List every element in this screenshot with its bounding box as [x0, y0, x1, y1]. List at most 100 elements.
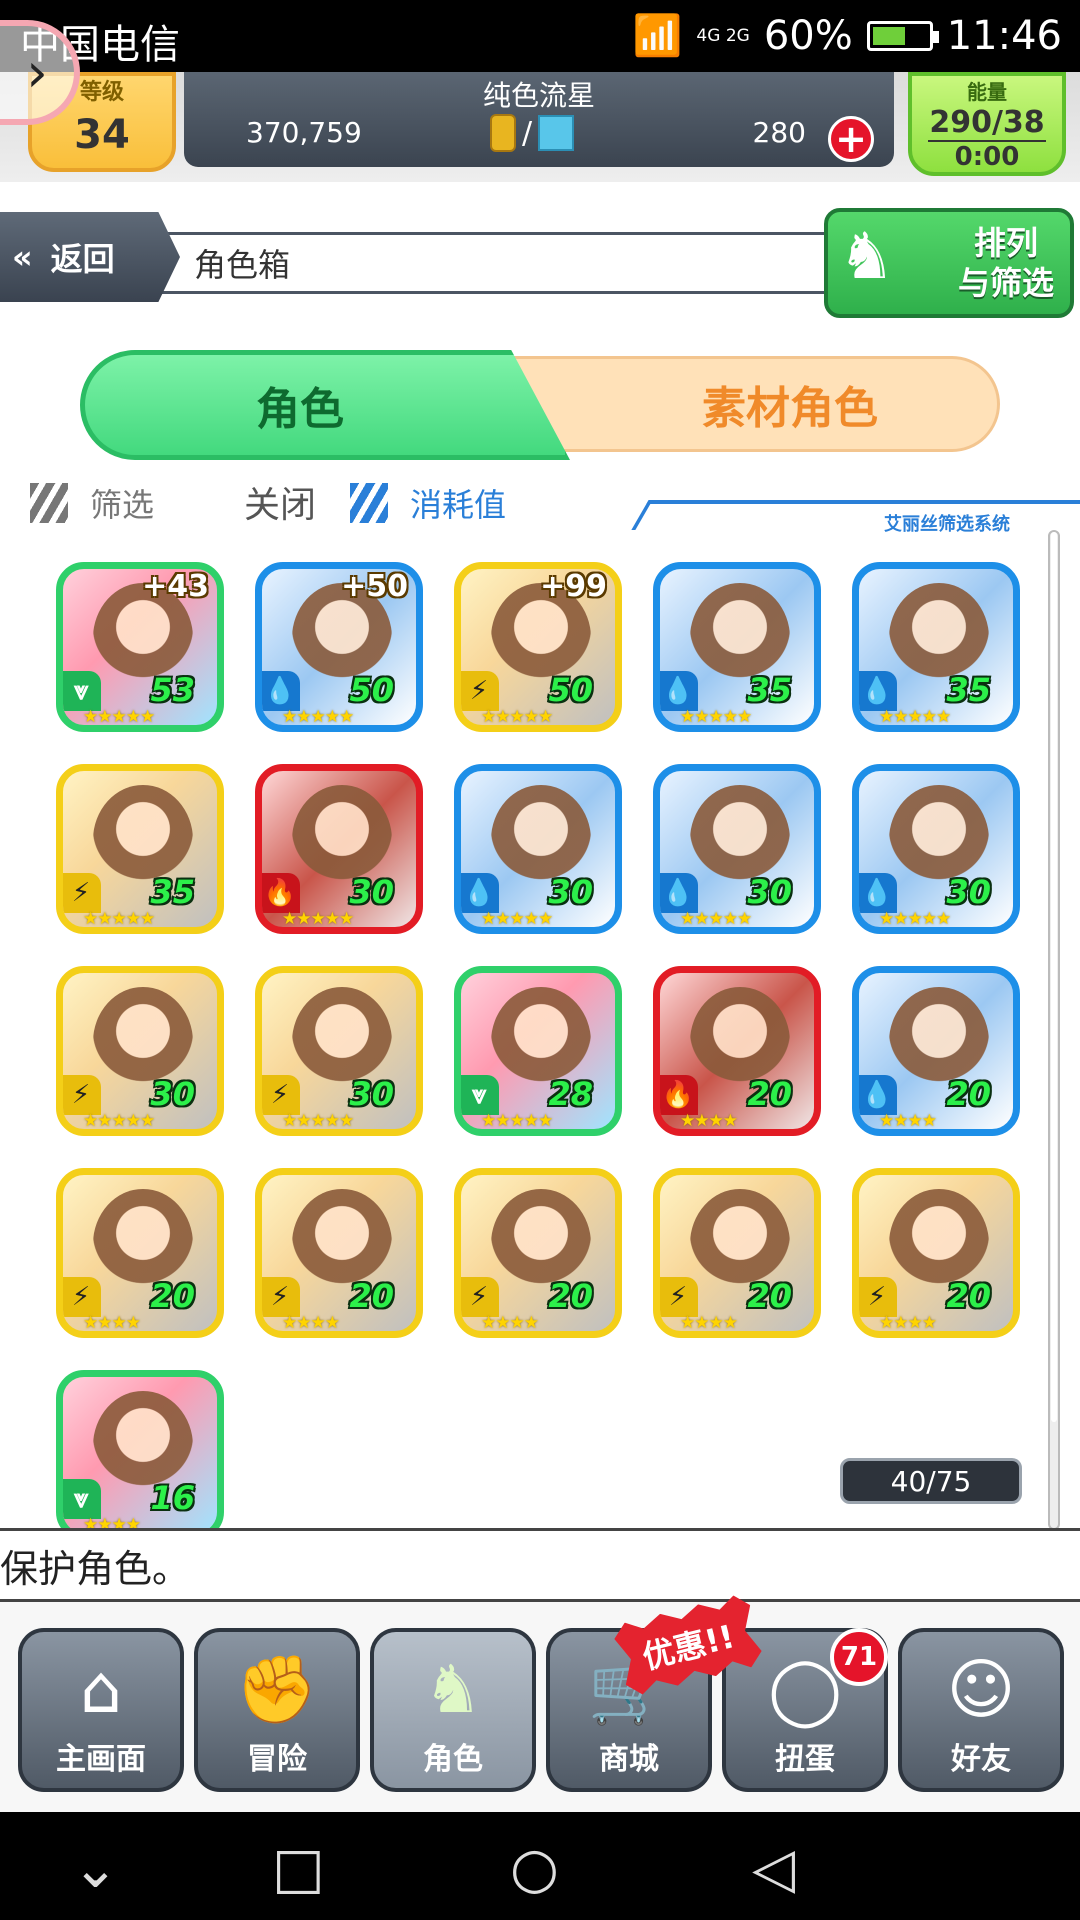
water-element-icon: 💧: [461, 873, 499, 913]
character-grid: +43 ⩔ 53 ★★★★★ +50 💧 50 ★★★★★ +99 ⚡ 50 ★★★★★ 💧 35 ★★★★…: [56, 562, 1046, 1532]
sort-filter-button[interactable]: ♞ 排列 与筛选: [824, 208, 1074, 318]
character-card[interactable]: 💧 30 ★★★★★: [454, 764, 622, 934]
tab-bar: 素材角色 角色: [80, 350, 1010, 460]
recent-apps-icon[interactable]: □: [272, 1836, 325, 1901]
character-level: 35: [150, 873, 195, 911]
character-card[interactable]: 💧 30 ★★★★★: [653, 764, 821, 934]
battery-icon: [866, 20, 939, 51]
nav-friends[interactable]: ☺ 好友: [898, 1628, 1064, 1792]
stamina-timer: 0:00: [954, 142, 1020, 172]
stamina-value: 290/38: [928, 105, 1046, 142]
nav-characters[interactable]: ♞ 角色: [370, 1628, 536, 1792]
box-count: 40/75: [840, 1458, 1022, 1504]
nav-adventure[interactable]: ✊ 冒险: [194, 1628, 360, 1792]
character-level: 20: [747, 1277, 792, 1315]
character-level: 16: [150, 1479, 195, 1517]
character-card[interactable]: 💧 35 ★★★★★: [653, 562, 821, 732]
rarity-stars: ★★★★★: [879, 909, 951, 929]
character-level: 30: [747, 873, 792, 911]
rarity-stars: ★★★★★: [481, 1111, 553, 1131]
character-level: 50: [548, 671, 593, 709]
wind-element-icon: ⩔: [461, 1075, 499, 1115]
network-type: 4G 2G: [696, 25, 750, 46]
nav-home[interactable]: ⌂ 主画面: [18, 1628, 184, 1792]
character-card[interactable]: ⚡ 35 ★★★★★: [56, 764, 224, 934]
nav-home-label: 主画面: [56, 1742, 146, 1777]
character-card[interactable]: 💧 30 ★★★★★: [852, 764, 1020, 934]
rarity-stars: ★★★★★: [83, 707, 155, 727]
currency-separator: /: [522, 115, 533, 151]
rarity-stars: ★★★★★: [282, 909, 354, 929]
filter-label: 与筛选: [957, 264, 1054, 302]
character-card[interactable]: ⚡ 20 ★★★★: [454, 1168, 622, 1338]
sort-label: 排列: [973, 224, 1038, 262]
character-card[interactable]: ⚡ 30 ★★★★★: [255, 966, 423, 1136]
nav-row: 角色箱 « 返回 ♞ 排列 与筛选: [0, 206, 1080, 318]
rabbit-icon: ♞: [838, 220, 896, 294]
rarity-stars: ★★★★: [83, 1313, 141, 1333]
character-card[interactable]: ⚡ 20 ★★★★: [56, 1168, 224, 1338]
filter-row: 筛选 关闭 消耗值 艾丽丝筛选系统: [30, 480, 1080, 540]
rarity-stars: ★★★★★: [879, 707, 951, 727]
back-triangle-icon[interactable]: ◁: [752, 1836, 795, 1901]
rarity-stars: ★★★★: [680, 1111, 738, 1131]
character-level: 20: [946, 1075, 991, 1113]
character-level: 28: [548, 1075, 593, 1113]
character-card[interactable]: 🔥 20 ★★★★: [653, 966, 821, 1136]
wifi-icon: 📶: [632, 13, 683, 59]
double-chevron-left-icon: «: [12, 238, 33, 276]
home-icon: ⌂: [80, 1651, 122, 1728]
nav-shop-label: 商城: [599, 1742, 659, 1777]
thunder-element-icon: ⚡: [63, 873, 101, 913]
character-card[interactable]: +99 ⚡ 50 ★★★★★: [454, 562, 622, 732]
thunder-element-icon: ⚡: [63, 1075, 101, 1115]
filter-toggle[interactable]: 筛选: [30, 480, 154, 526]
back-button[interactable]: « 返回: [0, 212, 180, 302]
character-level: 20: [548, 1277, 593, 1315]
nav-adventure-label: 冒险: [247, 1742, 307, 1777]
character-level: 30: [946, 873, 991, 911]
chevron-down-icon[interactable]: ⌄: [72, 1836, 119, 1901]
filter-state: 关闭: [244, 485, 317, 526]
character-card[interactable]: ⩔ 16 ★★★★: [56, 1370, 224, 1532]
page-title: 角色箱: [160, 232, 860, 294]
system-nav-bar: ⌄ □ ○ ◁: [0, 1812, 1080, 1920]
rabbit-icon: ♞: [423, 1651, 483, 1728]
rarity-stars: ★★★★★: [680, 909, 752, 929]
character-card[interactable]: ⩔ 28 ★★★★★: [454, 966, 622, 1136]
stamina-box: 能量 290/38 0:00: [908, 72, 1066, 176]
rarity-stars: ★★★★★: [83, 909, 155, 929]
rarity-stars: ★★★★: [282, 1313, 340, 1333]
character-card[interactable]: 💧 35 ★★★★★: [852, 562, 1020, 732]
status-icons: 📶 4G 2G 60% 11:46: [632, 12, 1062, 60]
clock: 11:46: [946, 12, 1062, 59]
friends-icon: ☺: [946, 1651, 1016, 1728]
rarity-stars: ★★★★★: [481, 707, 553, 727]
character-card[interactable]: 🔥 30 ★★★★★: [255, 764, 423, 934]
character-card[interactable]: +50 💧 50 ★★★★★: [255, 562, 423, 732]
character-card[interactable]: 💧 20 ★★★★: [852, 966, 1020, 1136]
tab-characters[interactable]: 角色: [80, 350, 570, 460]
consumption-sort[interactable]: 消耗值: [350, 480, 506, 526]
rarity-stars: ★★★★: [680, 1313, 738, 1333]
add-gems-button[interactable]: +: [828, 116, 874, 162]
divider: [631, 500, 1080, 530]
battery-percent: 60%: [763, 12, 853, 59]
gem-count: 280: [752, 116, 806, 149]
character-card[interactable]: ⚡ 20 ★★★★: [255, 1168, 423, 1338]
character-card[interactable]: ⚡ 20 ★★★★: [852, 1168, 1020, 1338]
rarity-stars: ★★★★★: [680, 707, 752, 727]
character-card[interactable]: +43 ⩔ 53 ★★★★★: [56, 562, 224, 732]
rarity-stars: ★★★★: [879, 1313, 937, 1333]
thunder-element-icon: ⚡: [461, 1277, 499, 1317]
handshake-icon: ✊: [235, 1651, 319, 1728]
water-element-icon: 💧: [859, 1075, 897, 1115]
scrollbar-thumb[interactable]: [1051, 532, 1057, 1422]
character-card[interactable]: ⚡ 20 ★★★★: [653, 1168, 821, 1338]
home-circle-icon[interactable]: ○: [510, 1836, 559, 1901]
character-card[interactable]: ⚡ 30 ★★★★★: [56, 966, 224, 1136]
consumption-label: 消耗值: [410, 486, 507, 524]
page-title-text: 角色箱: [194, 246, 291, 284]
scrollbar[interactable]: [1048, 530, 1060, 1530]
nav-gacha-label: 扭蛋: [775, 1742, 835, 1777]
